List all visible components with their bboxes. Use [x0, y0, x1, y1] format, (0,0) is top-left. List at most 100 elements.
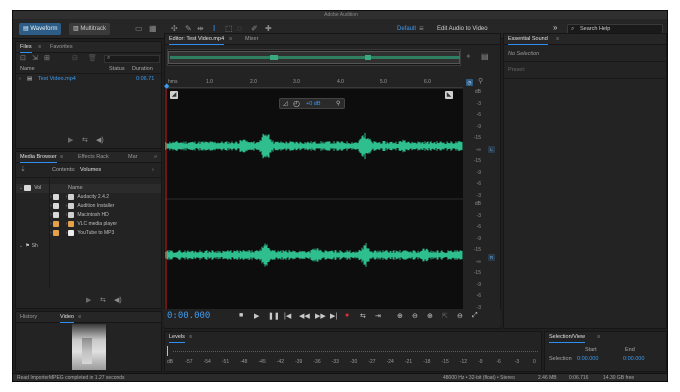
autoplay-icon[interactable]: ◀)	[96, 136, 104, 146]
stop-icon[interactable]: ■	[239, 312, 243, 319]
tab-selection-view[interactable]: Selection/View	[549, 332, 585, 343]
expand-chevron-icon[interactable]: ›	[19, 76, 21, 82]
tab-levels[interactable]: Levels	[169, 332, 185, 343]
skip-selection-icon[interactable]: ⇥	[375, 312, 381, 320]
chevron-right-icon[interactable]: ›	[50, 203, 52, 209]
zoom-out-amplitude-icon[interactable]: ⊖	[412, 312, 418, 320]
panel-menu-icon[interactable]: ≡	[60, 152, 63, 163]
zoom-in-amplitude-icon[interactable]: ⊕	[397, 312, 403, 320]
play-preview-icon[interactable]: ▶	[68, 136, 73, 146]
list-item[interactable]: › › Audacity 2.4.2	[50, 193, 163, 202]
files-search-input[interactable]: ⌕	[104, 55, 160, 63]
more-tabs-icon[interactable]: »	[154, 152, 157, 163]
name-column-header[interactable]: Name	[68, 185, 83, 191]
chevron-right-icon[interactable]: ›	[50, 221, 52, 227]
panel-menu-icon[interactable]: ≡	[78, 312, 81, 323]
loop-icon[interactable]: ⇆	[360, 312, 366, 320]
pause-icon[interactable]: ❚❚	[268, 312, 280, 320]
previous-icon[interactable]: |◀	[284, 312, 291, 320]
loop-preview-icon[interactable]: ⇆	[100, 296, 106, 306]
tab-favorites[interactable]: Favorites	[50, 42, 73, 53]
more-workspaces-icon[interactable]: »	[553, 23, 557, 33]
zoom-selection-icon[interactable]: ⇱	[442, 312, 448, 320]
overview-menu-icon[interactable]: ▤	[481, 52, 489, 62]
trash-icon[interactable]: 🗑	[88, 54, 97, 64]
chevron-right-icon[interactable]: ›	[50, 212, 52, 218]
fade-in-handle-icon[interactable]: ◢	[170, 91, 178, 99]
overview-scroll-thumb[interactable]	[168, 51, 460, 64]
spectral-display-icon[interactable]: ▭	[135, 24, 143, 34]
split-divider[interactable]	[49, 178, 50, 288]
tab-effects-rack[interactable]: Effects Rack	[78, 152, 109, 163]
overview-bar[interactable]	[167, 49, 461, 66]
record-icon[interactable]: ●	[345, 312, 349, 319]
no-selection-label: No Selection	[508, 51, 540, 57]
zoom-out-full-icon[interactable]: ⤢	[472, 312, 478, 320]
tab-editor[interactable]: Editor: Test Video.mp4	[169, 34, 225, 45]
panel-menu-icon[interactable]: ≡	[597, 332, 600, 343]
open-file-icon[interactable]: ⊡	[20, 54, 26, 64]
name-column-header[interactable]: Name	[20, 66, 35, 72]
multitrack-button[interactable]: ▥ Multitrack	[69, 23, 111, 35]
autoplay-icon[interactable]: ◀)	[114, 296, 122, 306]
list-item[interactable]: › › Macintosh HD	[50, 211, 163, 220]
fast-forward-icon[interactable]: ▶▶	[315, 312, 326, 320]
waveform-area[interactable]: ◢ ◣ ◿ ◴ +0 dB ⚲	[165, 89, 463, 313]
new-file-icon[interactable]: ⊞	[44, 54, 50, 64]
chevron-right-icon[interactable]: ›	[50, 230, 52, 236]
channel-right-toggle[interactable]: R	[488, 254, 495, 261]
tab-essential-sound[interactable]: Essential Sound	[508, 34, 548, 45]
tab-media-browser[interactable]: Media Browser	[20, 152, 57, 163]
left-tree-item[interactable]: ⌄ Vol	[16, 184, 161, 193]
levels-tick-label: -15	[441, 359, 449, 365]
tab-markers[interactable]: Mar	[128, 152, 137, 163]
volume-knob-icon[interactable]: ◴	[293, 99, 300, 109]
panel-menu-icon[interactable]: ≡	[38, 42, 41, 53]
list-item[interactable]: › › Audition Installer	[50, 202, 163, 211]
status-column-header[interactable]: Status	[109, 66, 125, 72]
channel-left-toggle[interactable]: L	[488, 146, 495, 153]
time-display[interactable]: 0:00.000	[167, 311, 210, 321]
dropdown-chevron-icon[interactable]: ›	[152, 167, 154, 173]
waveform-right-channel	[165, 243, 463, 267]
zoom-in-time-icon[interactable]: ⊕	[427, 312, 433, 320]
waveform-button[interactable]: ▤ Waveform	[19, 23, 62, 35]
duration-column-header[interactable]: Duration	[132, 66, 153, 72]
contents-dropdown[interactable]: Volumes	[80, 167, 101, 173]
chevron-right-icon[interactable]: ›	[50, 194, 52, 200]
file-row[interactable]: › ▤ Test Video.mp4 0:06.71	[16, 75, 163, 84]
time-ruler[interactable]: hms 1.0 2.0 3.0 4.0 5.0 6.0 ◆	[164, 78, 463, 90]
loop-preview-icon[interactable]: ⇆	[82, 136, 88, 146]
selection-end-value[interactable]: 0:00.000	[623, 356, 644, 362]
selection-start-value[interactable]: 0:00.000	[577, 356, 598, 362]
collapse-chevron-icon[interactable]: ⌄	[19, 185, 23, 191]
pin-icon[interactable]: ⚲	[478, 77, 483, 87]
panel-menu-icon[interactable]: ≡	[189, 332, 192, 343]
list-item[interactable]: › › YouTube to MP3	[50, 229, 163, 238]
tab-history[interactable]: History	[20, 312, 37, 323]
fade-out-handle-icon[interactable]: ◣	[445, 91, 453, 99]
hud-volume-control[interactable]: ◿ ◴ +0 dB ⚲	[279, 98, 345, 109]
play-preview-icon[interactable]: ▶	[86, 296, 91, 306]
collapse-chevron-icon[interactable]: ⌄	[19, 243, 23, 249]
volume-value[interactable]: +0 dB	[306, 99, 321, 109]
import-icon[interactable]: ⇲	[32, 54, 38, 64]
zoom-full-icon[interactable]: ⊖	[457, 312, 463, 320]
play-icon[interactable]: ▶	[254, 312, 259, 320]
rewind-icon[interactable]: ◀◀	[299, 312, 310, 320]
tab-video[interactable]: Video	[60, 312, 74, 323]
pitch-display-icon[interactable]: ▦	[149, 24, 157, 34]
pin-hud-icon[interactable]: ⚲	[336, 99, 340, 109]
tab-files[interactable]: Files	[20, 42, 32, 53]
panel-menu-icon[interactable]: ≡	[556, 34, 559, 45]
zoom-navigator-icon[interactable]: ✦	[465, 52, 472, 62]
next-icon[interactable]: ▶|	[330, 312, 337, 320]
levels-tick-label: -39	[295, 359, 303, 365]
timecode-icon[interactable]: ◷	[466, 79, 473, 86]
panel-menu-icon[interactable]: ≡	[229, 34, 232, 45]
left-tree-item[interactable]: ⌄ ⚑ Sh	[16, 242, 161, 251]
list-item[interactable]: › › VLC media player	[50, 220, 163, 229]
tab-mixer[interactable]: Mixer	[245, 34, 258, 45]
import-media-icon[interactable]: ⇣	[20, 165, 26, 175]
insert-icon[interactable]: ⊟	[72, 54, 78, 64]
